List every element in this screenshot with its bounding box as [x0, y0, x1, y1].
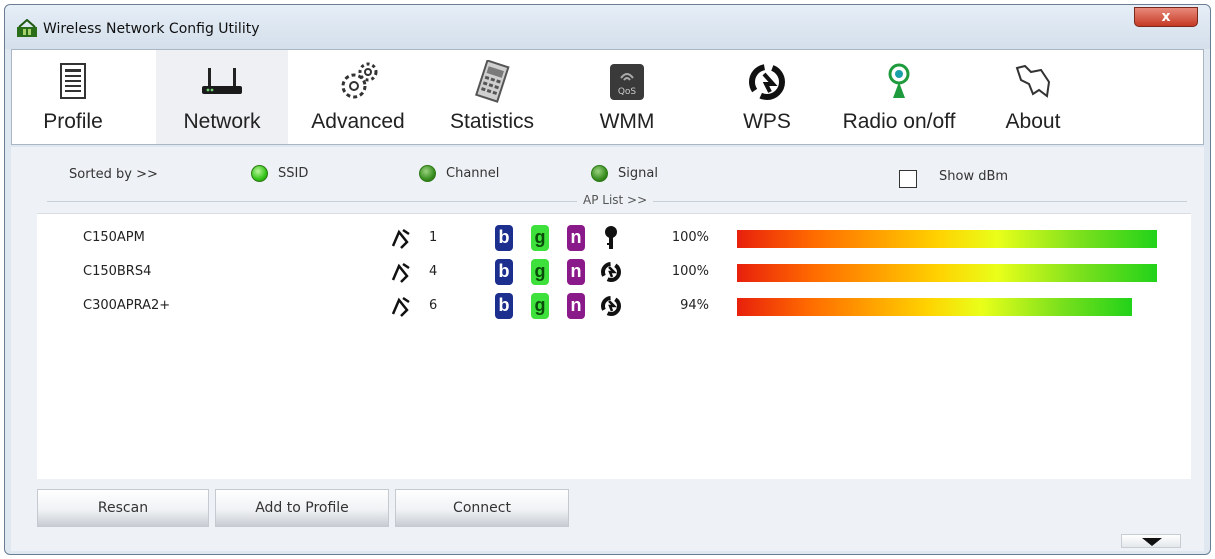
qos-icon: QoS [610, 64, 644, 100]
ap-signal-percent: 94% [680, 298, 709, 313]
toolbar-label: Network [183, 110, 261, 133]
toolbar-statistics[interactable]: Statistics [432, 50, 552, 144]
radio-label: Channel [446, 166, 500, 181]
signal-bar-fill [737, 264, 1157, 282]
about-icon [1015, 64, 1051, 98]
show-dbm-label: Show dBm [939, 169, 1009, 184]
sort-channel-radio[interactable]: Channel [419, 165, 499, 182]
radio-icon [888, 63, 910, 98]
app-window: Wireless Network Config Utility x Profil… [4, 4, 1211, 555]
app-icon [17, 19, 37, 37]
wps-icon [601, 296, 621, 316]
mode-n-badge: n [567, 225, 585, 251]
ap-ssid: C300APRA2+ [83, 298, 171, 313]
connect-button[interactable]: Connect [395, 489, 569, 527]
mode-n-badge: n [567, 259, 585, 285]
toolbar-label: Profile [43, 110, 103, 133]
toolbar-label: About [1005, 110, 1061, 133]
toolbar-label: WPS [743, 110, 791, 133]
toolbar-label: WMM [599, 110, 655, 133]
sorted-by-label: Sorted by >> [69, 167, 158, 182]
show-dbm-checkbox[interactable] [899, 170, 917, 188]
mode-b-badge: b [495, 259, 513, 285]
network-panel: Sorted by >> SSID Channel Signal Show dB… [11, 147, 1204, 551]
title-bar: Wireless Network Config Utility x [5, 5, 1210, 49]
ap-signal-percent: 100% [671, 264, 709, 279]
main-toolbar: Profile Network Advanced Statistics QoS … [11, 49, 1204, 145]
ap-row[interactable]: C300APRA2+ 6 b g n 94% [37, 292, 1191, 322]
key-icon [605, 226, 617, 249]
sort-ssid-radio[interactable]: SSID [251, 165, 308, 182]
expand-button[interactable] [1121, 534, 1181, 548]
toolbar-wps[interactable]: WPS [712, 50, 822, 144]
radio-unselected-icon [591, 165, 608, 182]
wps-icon [749, 64, 785, 100]
ap-list: C150APM 1 b g n 100% C150BRS4 4 b g n 10… [37, 213, 1191, 479]
ap-list-label: AP List >> [577, 193, 654, 207]
signal-bar-fill [737, 298, 1132, 316]
signal-bar-fill [737, 230, 1157, 248]
toolbar-label: Statistics [449, 110, 535, 133]
rescan-button[interactable]: Rescan [37, 489, 209, 527]
radio-unselected-icon [419, 165, 436, 182]
gears-icon [341, 62, 378, 99]
mode-g-badge: g [531, 225, 549, 251]
router-icon [202, 68, 242, 94]
signal-bar [737, 230, 1157, 248]
mode-b-badge: b [495, 293, 513, 319]
radio-selected-icon [251, 165, 268, 182]
add-to-profile-button[interactable]: Add to Profile [215, 489, 389, 527]
toolbar-label: Radio on/off [842, 110, 956, 133]
mode-n-badge: n [567, 293, 585, 319]
ap-row[interactable]: C150BRS4 4 b g n 100% [37, 258, 1191, 288]
toolbar-profile[interactable]: Profile [20, 50, 126, 144]
radio-label: SSID [278, 166, 309, 181]
toolbar-about[interactable]: About [990, 50, 1076, 144]
svg-text:QoS: QoS [618, 87, 637, 97]
mode-g-badge: g [531, 259, 549, 285]
ap-channel: 1 [429, 230, 438, 245]
channel-icon [391, 262, 410, 283]
channel-icon [391, 296, 410, 317]
toolbar-radio[interactable]: Radio on/off [824, 50, 974, 144]
close-button[interactable]: x [1134, 7, 1198, 27]
mode-g-badge: g [531, 293, 549, 319]
radio-label: Signal [618, 166, 658, 181]
ap-ssid: C150BRS4 [83, 264, 152, 279]
ap-channel: 4 [429, 264, 438, 279]
window-title: Wireless Network Config Utility [43, 21, 260, 37]
wps-icon [601, 262, 621, 282]
ap-ssid: C150APM [83, 230, 145, 245]
channel-icon [391, 228, 410, 249]
ap-row[interactable]: C150APM 1 b g n 100% [37, 224, 1191, 254]
ap-signal-percent: 100% [671, 230, 709, 245]
statistics-icon [475, 60, 510, 103]
toolbar-advanced[interactable]: Advanced [298, 50, 418, 144]
signal-bar [737, 298, 1157, 316]
toolbar-network[interactable]: Network [156, 50, 288, 144]
mode-b-badge: b [495, 225, 513, 251]
toolbar-wmm[interactable]: QoS WMM [572, 50, 682, 144]
ap-channel: 6 [429, 298, 438, 313]
sort-signal-radio[interactable]: Signal [591, 165, 658, 182]
toolbar-label: Advanced [311, 110, 405, 133]
signal-bar [737, 264, 1157, 282]
profile-icon [60, 63, 86, 99]
chevron-down-icon [1142, 538, 1162, 546]
